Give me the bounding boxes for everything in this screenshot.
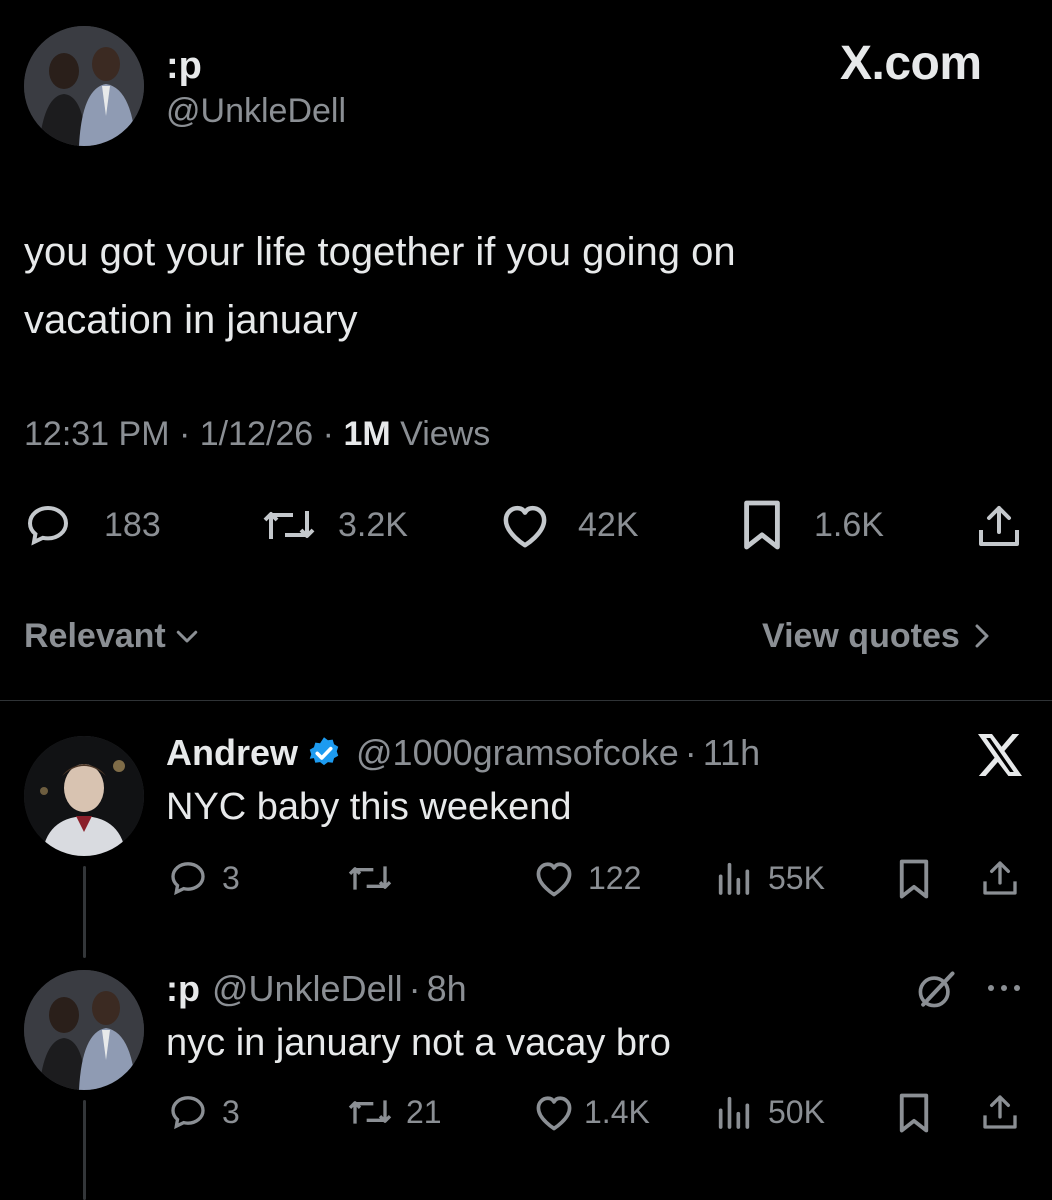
reply-button[interactable]: 183 bbox=[24, 500, 161, 550]
tweet-time[interactable]: 12:31 PM bbox=[24, 415, 170, 453]
thread-line bbox=[83, 866, 86, 958]
like-count: 42K bbox=[578, 505, 639, 544]
repost-count: 3.2K bbox=[338, 505, 408, 544]
handle[interactable]: @1000gramsofcoke bbox=[356, 730, 679, 776]
like-button[interactable]: 122 bbox=[532, 856, 641, 900]
reply-text: NYC baby this weekend bbox=[166, 786, 572, 828]
repost-icon bbox=[258, 501, 320, 549]
repost-button[interactable]: 21 bbox=[344, 1090, 442, 1134]
bookmark-button[interactable]: 1.6K bbox=[740, 500, 884, 550]
views-button[interactable]: 50K bbox=[714, 1090, 825, 1134]
reply-count: 3 bbox=[222, 1093, 240, 1130]
repost-count: 21 bbox=[406, 1093, 442, 1130]
separator: · bbox=[178, 415, 191, 453]
more-icon[interactable] bbox=[984, 978, 1024, 998]
display-name[interactable]: :p bbox=[166, 966, 200, 1012]
bookmark-count: 1.6K bbox=[814, 505, 884, 544]
reply-header: :p @UnkleDell · 8h bbox=[166, 966, 467, 1012]
views-count: 50K bbox=[768, 1093, 825, 1130]
like-count: 1.4K bbox=[584, 1093, 650, 1130]
sort-selector[interactable]: Relevant bbox=[24, 614, 202, 658]
separator: · bbox=[684, 732, 697, 773]
reply-count: 3 bbox=[222, 859, 240, 896]
like-button[interactable]: 42K bbox=[498, 500, 639, 550]
view-quotes-label: View quotes bbox=[762, 617, 960, 655]
bookmark-icon bbox=[740, 498, 784, 552]
like-button[interactable]: 1.4K bbox=[532, 1090, 650, 1134]
reply-icon bbox=[168, 1092, 208, 1132]
view-quotes-link[interactable]: View quotes bbox=[762, 614, 994, 658]
chevron-down-icon bbox=[172, 621, 202, 651]
avatar[interactable] bbox=[24, 970, 144, 1090]
reply-time[interactable]: 11h bbox=[703, 730, 760, 776]
heart-icon bbox=[532, 857, 576, 899]
x-logo-icon bbox=[976, 732, 1024, 778]
reply-text: nyc in january not a vacay bro bbox=[166, 1022, 671, 1064]
views-button[interactable]: 55K bbox=[714, 856, 825, 900]
handle[interactable]: @UnkleDell bbox=[166, 90, 346, 132]
share-icon[interactable] bbox=[974, 502, 1024, 550]
separator: · bbox=[408, 968, 421, 1009]
repost-button[interactable] bbox=[344, 856, 408, 900]
reply-time[interactable]: 8h bbox=[427, 966, 467, 1012]
share-icon[interactable] bbox=[980, 858, 1020, 898]
heart-icon bbox=[532, 1091, 576, 1133]
bookmark-icon[interactable] bbox=[896, 1092, 932, 1134]
repost-icon bbox=[344, 858, 396, 898]
tweet-text: you got your life together if you going … bbox=[24, 218, 736, 354]
chevron-right-icon bbox=[970, 621, 994, 651]
reply-icon bbox=[168, 858, 208, 898]
thread-line bbox=[83, 1100, 86, 1200]
grok-icon[interactable] bbox=[914, 968, 958, 1012]
views-count: 55K bbox=[768, 859, 825, 896]
tweet-text-line: you got your life together if you going … bbox=[24, 230, 736, 274]
repost-button[interactable]: 3.2K bbox=[258, 500, 408, 550]
sort-label: Relevant bbox=[24, 617, 166, 655]
tweet-meta: 12:31 PM · 1/12/26 · 1M Views bbox=[24, 412, 490, 456]
heart-icon bbox=[498, 500, 552, 550]
reply-button[interactable]: 3 bbox=[168, 856, 240, 900]
reply-count: 183 bbox=[104, 505, 161, 544]
avatar[interactable] bbox=[24, 26, 144, 146]
views-label: Views bbox=[400, 415, 491, 453]
reply-button[interactable]: 3 bbox=[168, 1090, 240, 1134]
x-com-watermark: X.com bbox=[840, 38, 982, 90]
display-name[interactable]: Andrew bbox=[166, 730, 298, 776]
like-count: 122 bbox=[588, 859, 642, 896]
share-icon[interactable] bbox=[980, 1092, 1020, 1132]
separator: · bbox=[322, 415, 334, 453]
watermark-text: X.com bbox=[840, 37, 982, 90]
handle[interactable]: @UnkleDell bbox=[212, 966, 403, 1012]
bookmark-icon[interactable] bbox=[896, 858, 932, 900]
views-icon bbox=[714, 858, 754, 898]
verified-badge-icon bbox=[306, 735, 342, 771]
tweet-date[interactable]: 1/12/26 bbox=[200, 415, 313, 453]
reply-header: Andrew @1000gramsofcoke · 11h bbox=[166, 730, 760, 776]
reply-icon bbox=[24, 501, 72, 549]
views-count: 1M bbox=[343, 415, 391, 453]
display-name[interactable]: :p bbox=[166, 44, 202, 88]
repost-icon bbox=[344, 1092, 396, 1132]
avatar[interactable] bbox=[24, 736, 144, 856]
views-icon bbox=[714, 1092, 754, 1132]
tweet-text-line: vacation in january bbox=[24, 298, 358, 342]
divider bbox=[0, 700, 1052, 701]
tweet-detail-page: :p @UnkleDell X.com you got your life to… bbox=[0, 0, 1052, 1200]
